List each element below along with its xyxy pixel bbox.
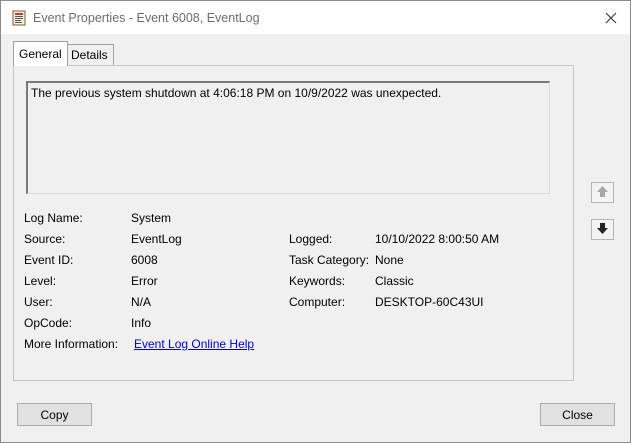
close-icon[interactable] bbox=[600, 7, 622, 29]
source-value: EventLog bbox=[131, 232, 182, 246]
close-button[interactable]: Close bbox=[540, 403, 615, 426]
computer-label: Computer: bbox=[289, 295, 346, 309]
level-label: Level: bbox=[24, 274, 57, 288]
title-bar: Event Properties - Event 6008, EventLog bbox=[1, 1, 630, 34]
arrow-up-icon bbox=[596, 185, 609, 201]
event-id-value: 6008 bbox=[131, 253, 158, 267]
user-label: User: bbox=[24, 295, 53, 309]
logged-label: Logged: bbox=[289, 232, 333, 246]
previous-event-button[interactable] bbox=[591, 182, 614, 203]
opcode-value: Info bbox=[131, 316, 152, 330]
computer-value: DESKTOP-60C43UI bbox=[375, 295, 484, 309]
level-value: Error bbox=[131, 274, 158, 288]
user-value: N/A bbox=[131, 295, 152, 309]
log-name-label: Log Name: bbox=[24, 211, 83, 225]
opcode-label: OpCode: bbox=[24, 316, 73, 330]
log-name-value: System bbox=[131, 211, 172, 225]
event-properties-icon bbox=[12, 10, 26, 26]
arrow-down-icon bbox=[596, 222, 609, 238]
next-event-button[interactable] bbox=[591, 219, 614, 240]
window-title: Event Properties - Event 6008, EventLog bbox=[33, 11, 260, 25]
logged-value: 10/10/2022 8:00:50 AM bbox=[375, 232, 500, 246]
task-category-value: None bbox=[375, 253, 404, 267]
tab-general[interactable]: General bbox=[13, 41, 68, 66]
keywords-label: Keywords: bbox=[289, 274, 346, 288]
event-description[interactable]: The previous system shutdown at 4:06:18 … bbox=[26, 81, 550, 194]
source-label: Source: bbox=[24, 232, 66, 246]
event-properties-window: Event Properties - Event 6008, EventLog … bbox=[0, 0, 631, 443]
tab-details[interactable]: Details bbox=[65, 44, 114, 66]
more-information-label: More Information: bbox=[24, 337, 119, 351]
event-log-online-help-link[interactable]: Event Log Online Help bbox=[134, 337, 254, 351]
event-id-label: Event ID: bbox=[24, 253, 74, 267]
copy-button[interactable]: Copy bbox=[17, 403, 92, 426]
keywords-value: Classic bbox=[375, 274, 414, 288]
task-category-label: Task Category: bbox=[289, 253, 370, 267]
